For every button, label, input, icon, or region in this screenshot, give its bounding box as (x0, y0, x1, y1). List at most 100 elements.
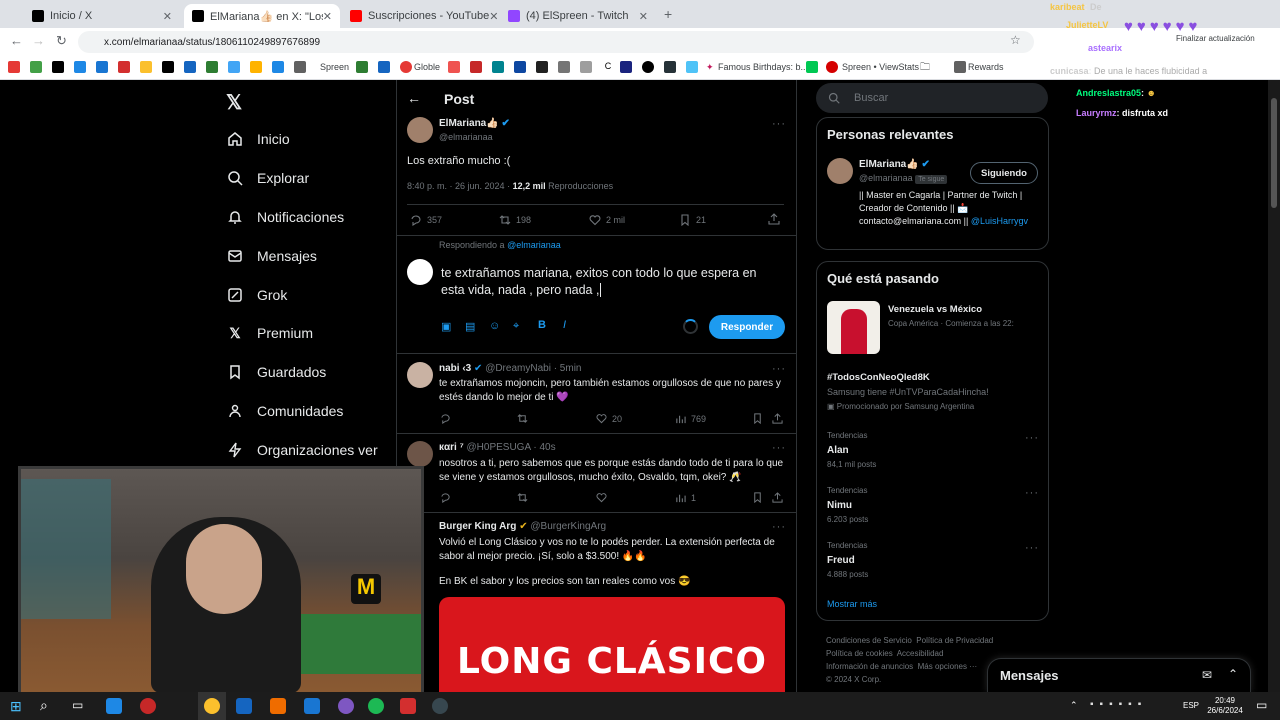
tab-inicio[interactable]: Inicio / X ✕ (24, 4, 180, 28)
bookmark-icon[interactable] (400, 61, 412, 73)
sidebar-item-notificaciones[interactable]: Notificaciones (226, 206, 344, 228)
promo-hashtag[interactable]: #TodosConNeoQled8K (827, 372, 930, 383)
bookmark-icon[interactable] (642, 61, 654, 73)
share-icon[interactable] (772, 492, 788, 503)
trend-name[interactable]: Nimu (827, 500, 852, 511)
app-icon[interactable] (270, 698, 286, 714)
location-icon[interactable]: ⌖ (513, 320, 519, 333)
bookmark-icon[interactable] (30, 61, 42, 73)
x-logo-icon[interactable]: 𝕏 (226, 90, 242, 115)
repost-action[interactable]: 198 (499, 214, 531, 226)
ad-handle[interactable]: @BurgerKingArg (530, 521, 606, 532)
expand-icon[interactable]: ⌃ (1228, 667, 1238, 681)
bookmark-icon[interactable] (492, 61, 504, 73)
relevant-name[interactable]: ElMariana👍🏻 ✔ (859, 159, 930, 170)
reply-action[interactable]: 357 (410, 214, 442, 226)
reply-author[interactable]: кαri ⁷ (439, 442, 464, 453)
footer-link[interactable]: Política de Privacidad (916, 636, 993, 645)
bookmark-icon[interactable] (752, 413, 768, 424)
tray-chevron-icon[interactable]: ⌃ (1070, 700, 1078, 711)
app-icon[interactable] (338, 698, 354, 714)
bookmark-icon[interactable] (470, 61, 482, 73)
trend-name[interactable]: Alan (827, 445, 849, 456)
bookmark-icon[interactable] (448, 61, 460, 73)
post-time[interactable]: 8:40 p. m. · 26 jun. 2024 · (407, 181, 510, 191)
like-action[interactable]: 20 (596, 413, 622, 424)
sidebar-item-guardados[interactable]: Guardados (226, 361, 326, 383)
close-tab-icon[interactable]: ✕ (489, 10, 498, 23)
reply-button[interactable]: Responder (709, 315, 785, 339)
windows-start-icon[interactable]: ⊞ (10, 698, 22, 715)
avatar[interactable] (827, 158, 853, 184)
tab-post[interactable]: ElMariana👍🏻 en X: "Los extraño ✕ (184, 4, 340, 28)
spotify-icon[interactable] (368, 698, 384, 714)
bookmark-rewards[interactable]: Rewards (968, 62, 1004, 72)
back-arrow-icon[interactable]: ← (407, 90, 421, 106)
bookmark-icon[interactable] (378, 61, 390, 73)
bookmark-icon[interactable] (272, 61, 284, 73)
bookmark-icon[interactable] (294, 61, 306, 73)
system-tray-icons[interactable]: ▪▪▪▪▪▪ (1090, 699, 1147, 710)
views-action[interactable]: 769 (675, 413, 706, 424)
relevant-handle[interactable]: @elmarianaa (859, 173, 913, 183)
close-tab-icon[interactable]: ✕ (323, 10, 332, 23)
bookmark-icon[interactable] (52, 61, 64, 73)
bookmark-icon[interactable] (184, 61, 196, 73)
bookmark-icon[interactable] (826, 61, 838, 73)
tab-youtube[interactable]: Suscripciones - YouTube ✕ (342, 4, 498, 28)
sidebar-item-explorar[interactable]: Explorar (226, 167, 309, 189)
bookmark-icon[interactable] (536, 61, 548, 73)
footer-link[interactable]: Condiciones de Servicio (826, 636, 912, 645)
search-input[interactable]: Buscar (816, 83, 1048, 113)
reply-author[interactable]: nabi ‹3 (439, 363, 471, 374)
share-icon[interactable] (768, 213, 785, 225)
app-icon[interactable] (106, 698, 122, 714)
sidebar-item-mensajes[interactable]: Mensajes (226, 245, 317, 267)
bookmark-icon[interactable] (162, 61, 174, 73)
bio-link[interactable]: @LuisHarrygv (971, 216, 1028, 226)
bookmark-icon[interactable] (96, 61, 108, 73)
avatar[interactable] (407, 117, 433, 143)
post-handle[interactable]: @elmarianaa (439, 132, 493, 142)
bookmark-icon[interactable] (356, 61, 368, 73)
bookmark-globle[interactable]: Globle (414, 62, 440, 72)
reply-handle[interactable]: @H0PESUGA · 40s (467, 442, 556, 453)
more-options-icon[interactable]: ··· (772, 363, 786, 375)
sidebar-item-inicio[interactable]: Inicio (226, 128, 290, 150)
bookmark-icon[interactable] (514, 61, 526, 73)
messages-drawer[interactable]: Mensajes ✉ ⌃ (987, 658, 1251, 692)
close-tab-icon[interactable]: ✕ (639, 10, 648, 23)
avatar[interactable] (407, 259, 433, 285)
more-options-icon[interactable]: ··· (772, 521, 786, 533)
clock[interactable]: 20:49 26/6/2024 (1204, 696, 1246, 716)
share-icon[interactable] (772, 413, 788, 424)
notification-icon[interactable]: ▭ (1256, 698, 1267, 712)
post-author[interactable]: ElMariana👍🏻 ✔ (439, 118, 510, 129)
search-icon[interactable]: ⌕ (40, 697, 48, 714)
bookmark-icon[interactable] (752, 492, 768, 503)
repost-icon[interactable] (517, 413, 533, 424)
bookmark-icon[interactable] (806, 61, 818, 73)
footer-link[interactable]: Más opciones ··· (918, 662, 978, 671)
emoji-icon[interactable]: ☺ (489, 320, 500, 332)
bookmark-viewstats[interactable]: Spreen • ViewStats (842, 62, 919, 72)
footer-link[interactable]: Accesibilidad (897, 649, 944, 658)
bookmark-icon[interactable] (118, 61, 130, 73)
bookmark-icon[interactable] (580, 61, 592, 73)
footer-link[interactable]: Política de cookies (826, 649, 893, 658)
reply-handle[interactable]: @DreamyNabi · 5min (485, 363, 581, 374)
back-icon[interactable]: ← (10, 33, 23, 48)
ad-author[interactable]: Burger King Arg (439, 521, 516, 532)
bookmark-icon[interactable] (8, 61, 20, 73)
bookmark-icon[interactable] (558, 61, 570, 73)
new-message-icon[interactable]: ✉ (1202, 668, 1212, 682)
avatar[interactable] (407, 362, 433, 388)
app-icon[interactable] (432, 698, 448, 714)
folder-icon[interactable]: 🗀 (920, 60, 930, 77)
sidebar-item-grok[interactable]: Grok (226, 284, 287, 306)
reload-icon[interactable]: ↻ (56, 33, 67, 49)
bookmark-icon[interactable] (74, 61, 86, 73)
show-more-link[interactable]: Mostrar más (827, 599, 877, 609)
app-icon[interactable] (304, 698, 320, 714)
like-action[interactable]: 2 mil (589, 214, 625, 226)
